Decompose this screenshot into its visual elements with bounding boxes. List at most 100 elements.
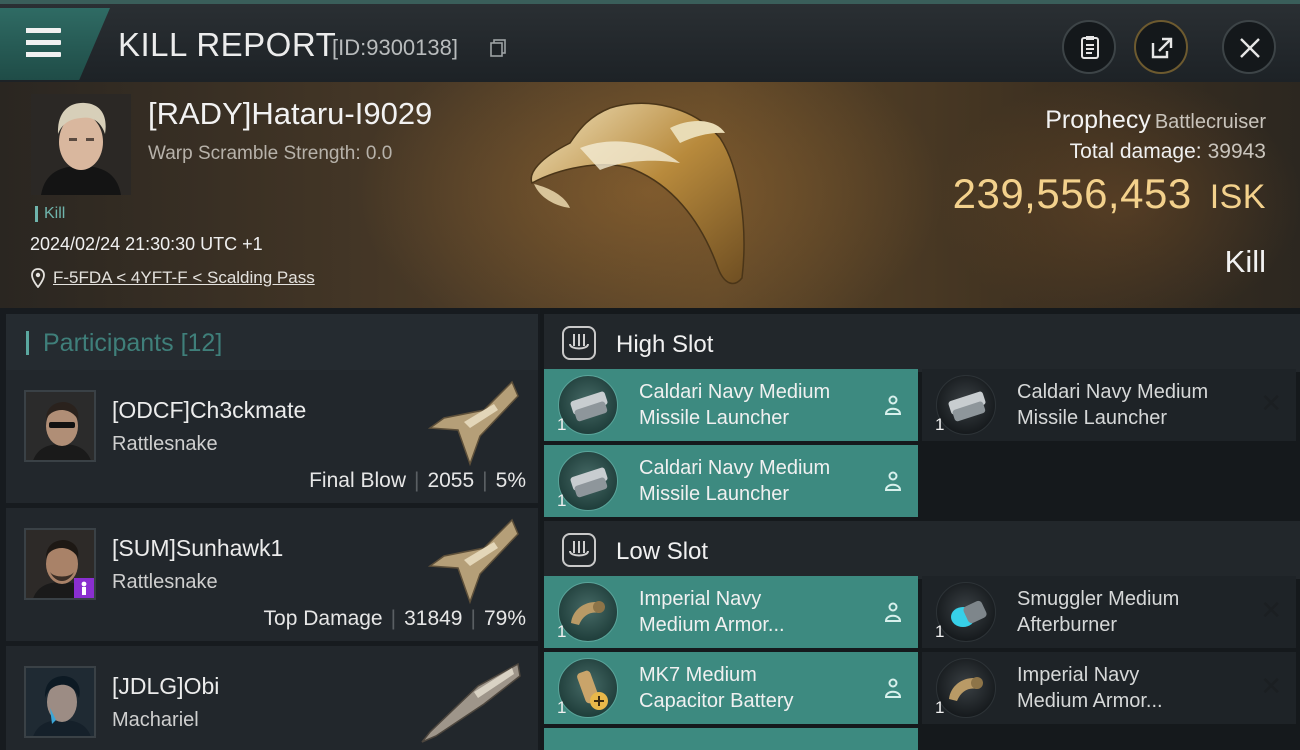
total-damage: Total damage: 39943 [1070,140,1266,164]
participant-ship: Machariel [112,709,199,731]
victim-banner: [RADY]Hataru-I9029 Warp Scramble Strengt… [0,82,1300,308]
module-name-line1: Caldari Navy Medium [1017,381,1209,403]
module-item[interactable]: 1 Imperial Navy Medium Armor... ✕ [922,652,1296,724]
kill-tag: Kill [35,206,65,222]
participant-ship-image [427,380,519,467]
missile-launcher-icon [558,375,618,435]
warp-scramble-strength: Warp Scramble Strength: 0.0 [148,143,393,164]
low-slot-icon [562,533,596,567]
participant-stats: Top Damage | 31849 | 79% [264,607,526,631]
menu-icon [26,28,61,33]
location-pin-icon [31,268,45,288]
victim-portrait[interactable] [31,94,131,195]
module-item[interactable]: 1 MK7 Medium Capacitor Battery [544,652,918,724]
participant-card[interactable]: [JDLG]Obi Machariel [6,646,538,750]
module-name-line1: Imperial Navy [639,588,762,610]
person-icon [884,678,902,698]
module-quantity: 1 [557,698,567,717]
module-name-line2: Missile Launcher [1017,407,1168,429]
person-icon [884,471,902,491]
module-item[interactable]: 1 Caldari Navy Medium Missile Launcher ✕ [922,369,1296,441]
isk-value: 239,556,453 [952,170,1192,217]
module-image [577,670,608,710]
destroyed-icon: ✕ [1260,595,1282,625]
module-name-line2: Missile Launcher [639,407,790,429]
avatar [24,390,96,462]
kill-location-link[interactable]: F-5FDA < 4YFT-F < Scalding Pass [53,268,315,288]
module-quantity: 1 [935,622,945,641]
kill-datetime: 2024/02/24 21:30:30 UTC +1 [30,234,263,254]
participant-ship: Rattlesnake [112,433,218,455]
person-icon [81,581,87,595]
module-quantity: 1 [935,415,945,434]
module-name-line2: Capacitor Battery [639,690,794,712]
participant-card[interactable]: [ODCF]Ch3ckmate Rattlesnake Final Blow | 2… [6,370,538,503]
fitting-panel[interactable]: High Slot 1 Caldari Navy Medium Missile … [540,308,1300,750]
destroyed-icon: ✕ [1260,671,1282,701]
participant-role: Top Damage [263,607,383,630]
module-item[interactable]: 1 Caldari Navy Medium Missile Launcher [544,445,918,517]
slot-glyph [569,541,589,557]
destroyed-icon: ✕ [1260,388,1282,418]
module-name-line2: Medium Armor... [639,614,785,636]
module-image [948,391,986,422]
person-icon [884,602,902,622]
module-name-line1: Caldari Navy Medium [639,457,831,479]
module-quantity: 1 [557,622,567,641]
person-icon [884,395,902,415]
module-item-partial[interactable] [544,728,918,750]
module-name-line2: Afterburner [1017,614,1118,636]
isk-loss: 239,556,453 ISK [953,170,1266,218]
ship-class: Battlecruiser [1154,111,1266,133]
top-bar: KILL REPORT [ID:9300138] [0,0,1300,82]
module-name-line2: Missile Launcher [639,483,790,505]
victim-ship-image[interactable] [520,88,760,298]
participants-panel[interactable]: Participants [12] [ODCF]Ch3ckmate Rattle… [0,308,540,750]
participant-ship: Rattlesnake [112,571,218,593]
menu-icon-bar [26,40,61,45]
module-name-line2: Medium Armor... [1017,690,1163,712]
high-slot-icon [562,326,596,360]
pilot-avatar-image [26,392,94,460]
participant-ship-image [421,662,521,743]
participant-stats: Final Blow | 2055 | 5% [309,469,526,493]
module-image [570,467,608,498]
participant-name: [ODCF]Ch3ckmate [112,397,307,423]
participant-role: Final Blow [309,469,406,492]
participant-percent: 5% [495,469,526,492]
menu-button[interactable] [0,8,110,80]
participant-damage: 2055 [427,469,475,492]
participants-title: Participants [43,329,174,357]
capacitor-battery-icon [558,658,618,718]
armor-repairer-icon [936,658,996,718]
status-badge [74,578,94,598]
report-id: [ID:9300138] [332,35,458,60]
total-damage-label: Total damage: [1069,140,1202,163]
participants-label: Participants [12] [26,329,223,357]
high-slot-label: High Slot [616,331,714,358]
module-name-line1: MK7 Medium [639,664,757,686]
module-quantity: 1 [557,491,567,510]
low-slot-header: Low Slot [544,521,1300,579]
ship-type: Prophecy [1045,106,1151,134]
module-quantity: 1 [557,415,567,434]
participants-header: Participants [12] [6,314,538,370]
share-button[interactable] [1134,20,1188,74]
module-item[interactable]: 1 Smuggler Medium Afterburner ✕ [922,576,1296,648]
clipboard-button[interactable] [1062,20,1116,74]
afterburner-icon [936,582,996,642]
close-button[interactable] [1222,20,1276,74]
module-image [951,600,987,627]
missile-launcher-icon [558,451,618,511]
module-item[interactable]: 1 Caldari Navy Medium Missile Launcher [544,369,918,441]
participant-card[interactable]: [SUM]Sunhawk1 Rattlesnake Top Damage | 318… [6,508,538,641]
avatar [24,528,96,600]
participants-count: [12] [180,329,223,357]
total-damage-value: 39943 [1207,140,1266,163]
participant-name: [JDLG]Obi [112,673,220,699]
module-image [571,601,605,625]
copy-icon[interactable] [490,39,506,57]
module-item[interactable]: 1 Imperial Navy Medium Armor... [544,576,918,648]
close-icon [1240,38,1260,58]
clipboard-icon [1081,36,1099,59]
